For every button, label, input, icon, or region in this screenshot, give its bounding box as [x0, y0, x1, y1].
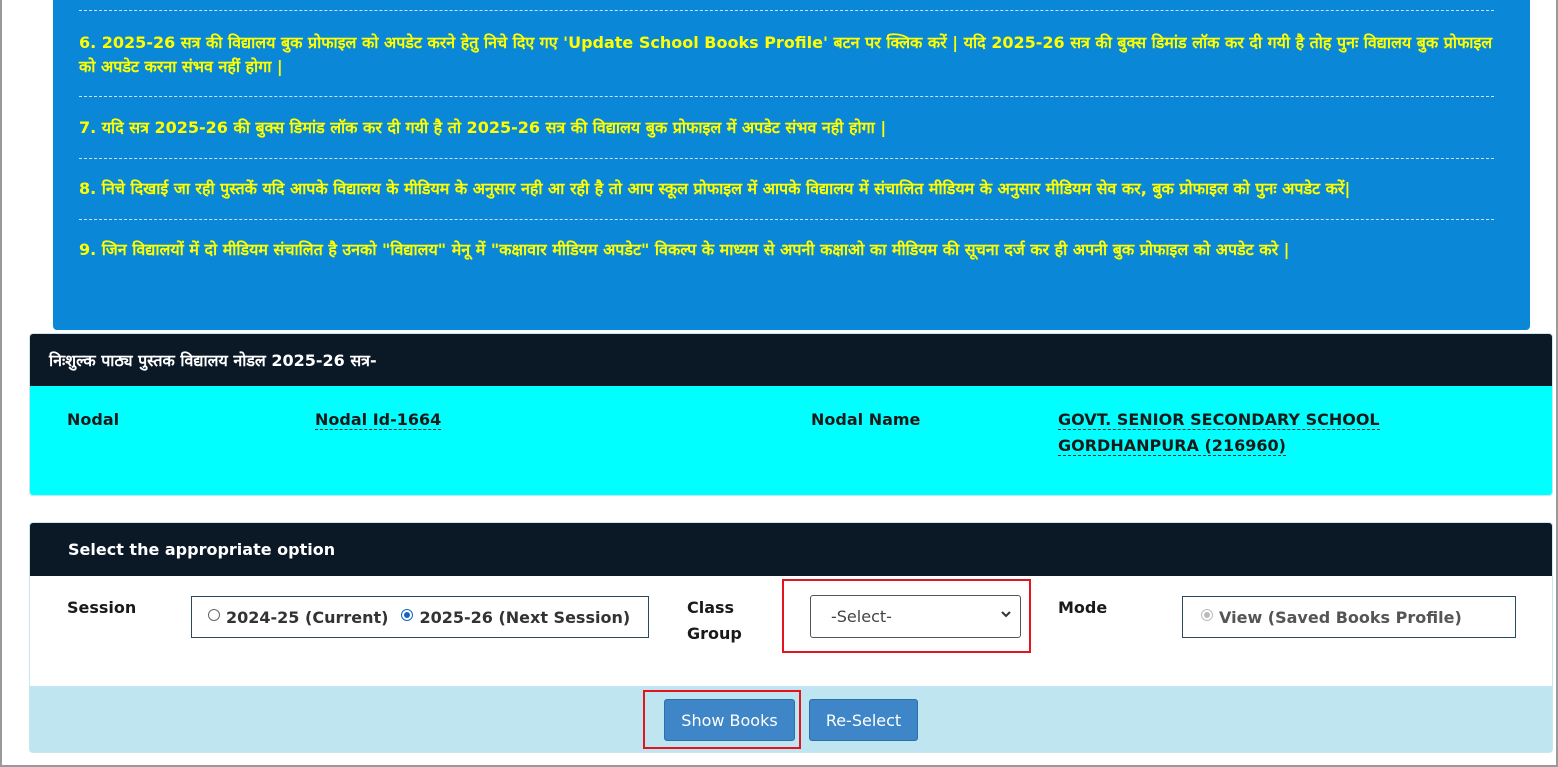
notice-box: 6. 2025-26 सत्र की विद्यालय बुक प्रोफाइल…: [53, 0, 1530, 330]
divider: [79, 96, 1494, 97]
nodal-name-label: Nodal Name: [811, 410, 921, 429]
nodal-panel: निःशुल्क पाठ्य पुस्तक विद्यालय नोडल 2025…: [29, 333, 1553, 496]
nodal-name-line2: GORDHANPURA (216960): [1058, 436, 1286, 456]
highlight-box-class-group: [782, 579, 1031, 653]
session-option-2025-26-label[interactable]: 2025-26 (Next Session): [419, 608, 630, 627]
highlight-box-show-books: [643, 690, 801, 749]
nodal-panel-body: Nodal Nodal Id-1664 Nodal Name GOVT. SEN…: [30, 386, 1552, 495]
mode-option-label: View (Saved Books Profile): [1219, 607, 1462, 627]
session-option-2024-25-label[interactable]: 2024-25 (Current): [226, 608, 388, 627]
divider: [79, 158, 1494, 159]
session-radio-2024-25[interactable]: [208, 609, 220, 621]
session-radio-group: 2024-25 (Current) 2025-26 (Next Session): [191, 596, 649, 638]
divider: [79, 10, 1494, 11]
options-panel-title: Select the appropriate option: [30, 523, 1552, 576]
class-group-label-line1: Class: [687, 598, 735, 617]
notice-item-6: 6. 2025-26 सत्र की विद्यालय बुक प्रोफाइल…: [79, 33, 1493, 76]
class-group-label-line2: Group: [687, 624, 742, 643]
mode-radio-group: View (Saved Books Profile): [1182, 596, 1516, 638]
session-radio-2025-26[interactable]: [401, 609, 414, 621]
nodal-label: Nodal: [67, 410, 120, 429]
mode-label: Mode: [1058, 598, 1108, 617]
nodal-name-line1: GOVT. SENIOR SECONDARY SCHOOL: [1058, 410, 1380, 430]
nodal-id-value: Nodal Id-1664: [315, 410, 442, 430]
mode-radio-view: [1201, 609, 1213, 621]
nodal-panel-title: निःशुल्क पाठ्य पुस्तक विद्यालय नोडल 2025…: [30, 334, 1552, 386]
notice-item-8: 8. निचे दिखाई जा रही पुस्तकें यदि आपके व…: [79, 179, 1351, 198]
reselect-button[interactable]: Re-Select: [809, 699, 918, 741]
notice-item-7: 7. यदि सत्र 2025-26 की बुक्स डिमांड लॉक …: [79, 118, 887, 137]
session-label: Session: [67, 598, 137, 617]
notice-item-9: 9. जिन विद्यालयों में दो मीडियम संचालित …: [79, 240, 1290, 259]
divider: [79, 219, 1494, 220]
